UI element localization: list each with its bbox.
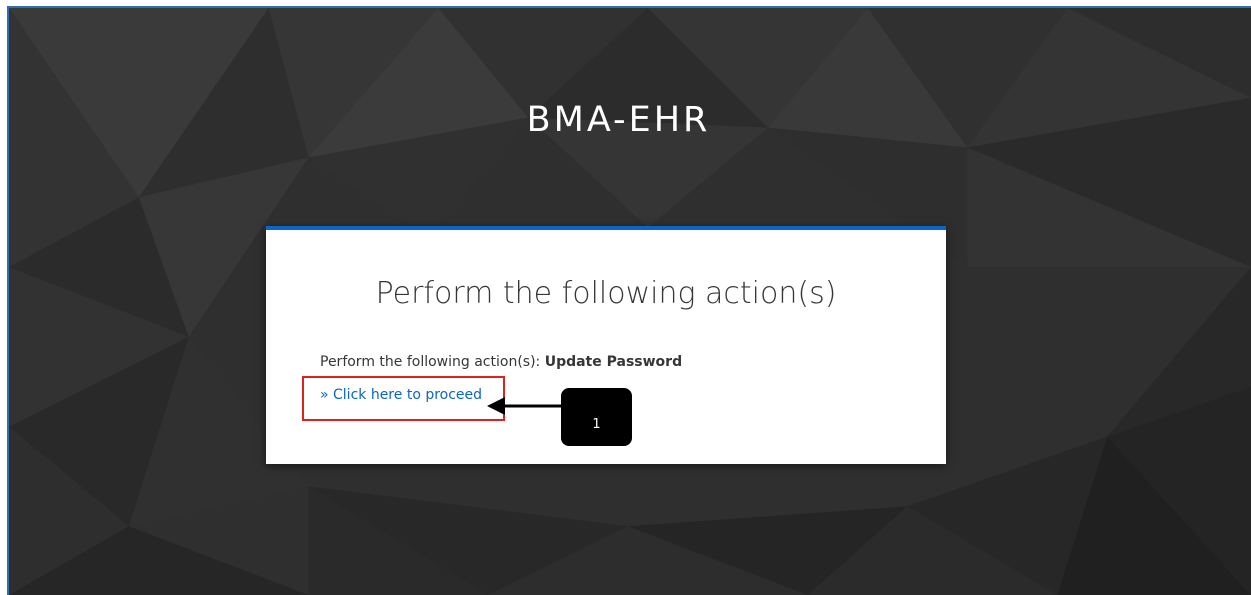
page-title: Perform the following action(s) bbox=[375, 276, 837, 311]
instruction-text: Perform the following action(s): Update … bbox=[320, 354, 682, 370]
annotation-callout: 1 bbox=[561, 388, 632, 446]
required-action-name: Update Password bbox=[544, 354, 683, 370]
annotation-highlight-box bbox=[302, 376, 505, 421]
callout-number: 1 bbox=[592, 417, 601, 432]
annotation-arrow-icon bbox=[487, 397, 563, 415]
realm-title: BMA-EHR bbox=[526, 100, 711, 140]
instruction-prefix: Perform the following action(s): bbox=[320, 354, 545, 370]
